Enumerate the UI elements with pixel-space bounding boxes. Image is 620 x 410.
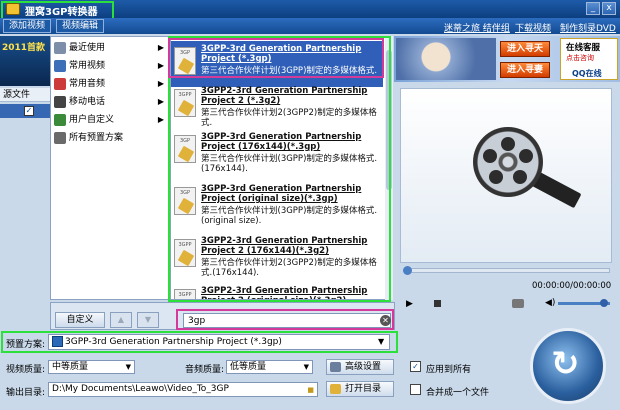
banner-enter-button-1[interactable]: 进入寻天	[500, 41, 550, 57]
tab-add-video[interactable]: 添加视频	[3, 19, 51, 33]
link-download-video[interactable]: 下载视频	[515, 21, 551, 34]
play-icon[interactable]: ▶	[406, 299, 413, 309]
output-dir-path: D:\My Documents\Leawo\Video_To_3GP	[52, 384, 229, 394]
audio-icon	[54, 78, 66, 90]
video-quality-label: 视频质量:	[6, 365, 46, 375]
category-audio[interactable]: 常用音频 ▶	[51, 75, 168, 93]
move-up-button[interactable]: ▲	[110, 312, 132, 328]
highlight-box-selected-format	[168, 38, 384, 78]
category-label: 移动电话	[69, 97, 106, 107]
highlight-box-search	[176, 309, 394, 330]
refresh-arrow-icon: ↻	[551, 344, 580, 384]
camera-icon[interactable]	[512, 299, 524, 308]
category-all-presets[interactable]: 所有预置方案	[51, 129, 168, 147]
minimize-button[interactable]: _	[586, 2, 600, 15]
chevron-down-icon: ▼	[303, 363, 309, 371]
category-video[interactable]: 常用视频 ▶	[51, 57, 168, 75]
folder-icon	[330, 384, 341, 394]
category-menu: 最近使用 ▶ 常用视频 ▶ 常用音频 ▶ 移动电话 ▶ 用户自定义 ▶ 所有预置…	[50, 36, 169, 300]
banner-character-image	[396, 38, 496, 80]
category-user-defined[interactable]: 用户自定义 ▶	[51, 111, 168, 129]
merge-label: 合并成一个文件	[426, 388, 490, 398]
film-reel-icon	[473, 127, 543, 197]
category-label: 常用音频	[69, 79, 106, 89]
chevron-right-icon: ▶	[157, 79, 164, 88]
advanced-settings-label: 高级设置	[345, 362, 382, 372]
volume-knob[interactable]	[600, 299, 608, 307]
category-label: 用户自定义	[69, 115, 115, 125]
file-list-header: 源文件	[0, 88, 50, 102]
link-make-dvd[interactable]: 制作刻录DVD	[560, 21, 616, 34]
progress-knob[interactable]	[403, 266, 412, 275]
category-label: 所有预置方案	[69, 133, 124, 143]
stop-icon[interactable]	[434, 300, 441, 307]
video-quality-value: 中等质量	[52, 362, 89, 372]
user-icon	[54, 114, 66, 126]
advanced-settings-button[interactable]: 高级设置	[326, 359, 394, 375]
playback-progress-bar[interactable]	[404, 268, 610, 273]
playback-time: 00:00:00/00:00:00	[532, 281, 612, 291]
phone-icon	[54, 96, 66, 108]
video-thumbnail: 2011首款	[0, 36, 50, 86]
category-mobile[interactable]: 移动电话 ▶	[51, 93, 168, 111]
custom-button[interactable]: 自定义	[55, 312, 105, 328]
file-row[interactable]: ✓	[0, 104, 50, 118]
clock-icon	[54, 42, 66, 54]
video-quality-select[interactable]: 中等质量 ▼	[48, 360, 135, 374]
merge-checkbox[interactable]	[410, 384, 421, 395]
app-window: 狸窝3GP转换器 _ x 添加视频 视频编辑 迷蒂之旅 结伴组 下载视频 制作刻…	[0, 0, 620, 410]
link-journey[interactable]: 迷蒂之旅 结伴组	[444, 21, 510, 34]
open-dir-button[interactable]: 打开目录	[326, 381, 394, 397]
chevron-right-icon: ▶	[157, 97, 164, 106]
qq-online-label[interactable]: QQ在线	[572, 68, 602, 79]
chevron-down-icon: ▼	[125, 363, 131, 371]
chevron-right-icon: ▶	[157, 43, 164, 52]
category-label: 常用视频	[69, 61, 106, 71]
open-dir-label: 打开目录	[345, 384, 382, 394]
window-controls: _ x	[586, 2, 616, 15]
volume-icon[interactable]: ◀)	[545, 298, 555, 308]
close-button[interactable]: x	[602, 2, 616, 15]
video-icon	[54, 60, 66, 72]
folder-icon[interactable]: ■	[307, 384, 314, 396]
banner-enter-button-2[interactable]: 进入寻妻	[500, 62, 550, 78]
output-dir-label: 输出目录:	[6, 388, 46, 398]
audio-quality-label: 音频质量:	[185, 365, 225, 375]
gear-icon	[330, 362, 341, 372]
apply-all-checkbox[interactable]: ✓	[410, 361, 421, 372]
audio-quality-select[interactable]: 低等质量 ▼	[226, 360, 313, 374]
online-service-sub: 点击咨询	[566, 54, 594, 62]
apply-all-label: 应用到所有	[426, 365, 472, 375]
menu-bar: 添加视频 视频编辑 迷蒂之旅 结伴组 下载视频 制作刻录DVD	[0, 18, 620, 34]
chevron-right-icon: ▶	[157, 115, 164, 124]
highlight-box-preset	[1, 331, 398, 353]
audio-quality-value: 低等质量	[230, 362, 267, 372]
category-label: 最近使用	[69, 43, 106, 53]
chevron-right-icon: ▶	[157, 61, 164, 70]
thumbnail-caption: 2011首款	[2, 43, 46, 53]
move-down-button[interactable]: ▼	[137, 312, 159, 328]
output-dir-field[interactable]: D:\My Documents\Leawo\Video_To_3GP ■	[48, 382, 318, 397]
online-service-label: 在线客服	[566, 43, 601, 53]
tab-video-edit[interactable]: 视频编辑	[56, 19, 104, 33]
list-icon	[54, 132, 66, 144]
file-checkbox[interactable]: ✓	[24, 106, 34, 116]
category-recent[interactable]: 最近使用 ▶	[51, 39, 168, 57]
